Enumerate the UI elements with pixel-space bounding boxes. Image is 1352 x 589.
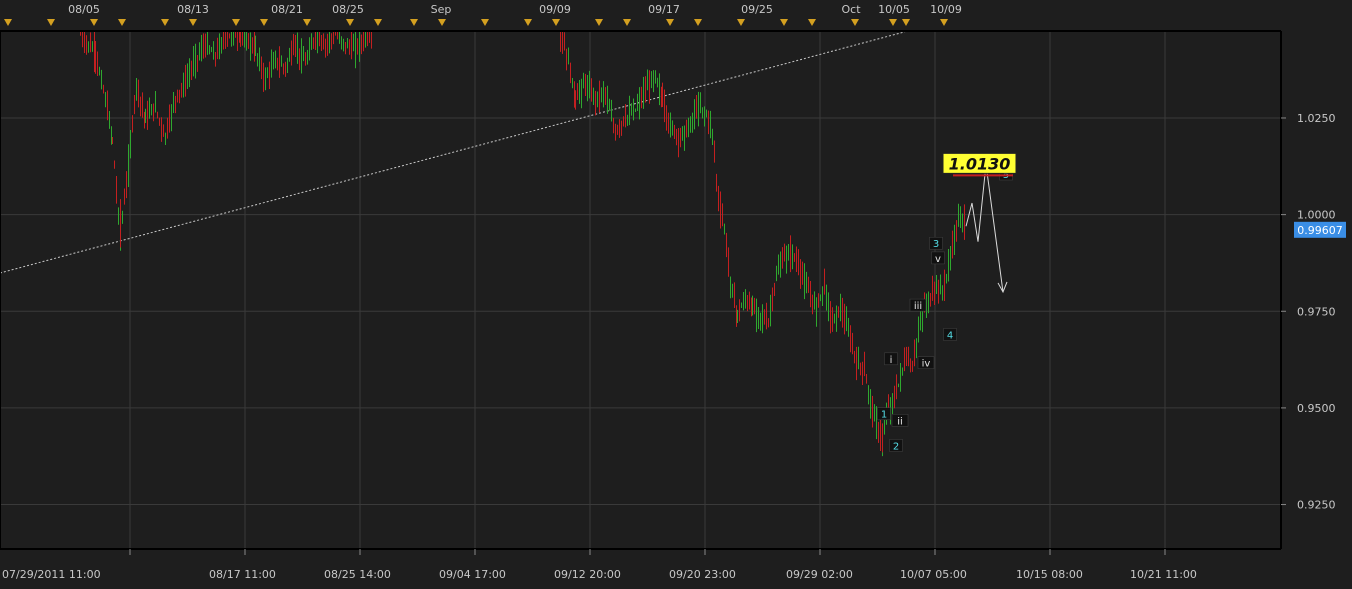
price-chart-svg[interactable]: 12345iiiiiiivv 08/0508/1308/2108/25Sep09…: [0, 0, 1352, 585]
top-date-label: 10/09: [930, 3, 962, 16]
wave-label: ii: [897, 416, 903, 427]
wave-label: 3: [933, 239, 939, 250]
wave-label: 4: [947, 330, 953, 341]
top-date-label: 09/25: [741, 3, 773, 16]
top-date-label: 10/05: [878, 3, 910, 16]
top-date-label: 08/05: [68, 3, 100, 16]
wave-label: 2: [893, 441, 899, 452]
time-tick-label: 10/21 11:00: [1130, 568, 1197, 581]
price-tick-label: 1.0000: [1297, 209, 1336, 222]
time-tick-label: 09/12 20:00: [554, 568, 621, 581]
time-tick-label: 09/04 17:00: [439, 568, 506, 581]
last-price-text: 0.99607: [1297, 224, 1343, 237]
price-tick-label: 0.9500: [1297, 402, 1336, 415]
wave-label: i: [890, 355, 893, 366]
forex-chart[interactable]: 12345iiiiiiivv 08/0508/1308/2108/25Sep09…: [0, 0, 1352, 585]
top-date-label: Sep: [431, 3, 452, 16]
time-tick-label: 09/29 02:00: [786, 568, 853, 581]
price-tick-label: 0.9250: [1297, 499, 1336, 512]
top-date-label: 08/21: [271, 3, 303, 16]
price-tick-label: 0.9750: [1297, 305, 1336, 318]
time-tick-label: 10/15 08:00: [1016, 568, 1083, 581]
time-tick-label: 10/07 05:00: [900, 568, 967, 581]
price-tick-label: 1.0250: [1297, 112, 1336, 125]
top-date-label: 08/25: [332, 3, 364, 16]
top-date-label: Oct: [841, 3, 861, 16]
time-tick-label: 09/20 23:00: [669, 568, 736, 581]
chart-background: [0, 0, 1352, 585]
wave-label: iii: [914, 301, 922, 312]
time-tick-label: 07/29/2011 11:00: [2, 568, 101, 581]
wave-label: v: [935, 254, 941, 265]
target-price-text: 1.0130: [949, 154, 1011, 173]
time-tick-label: 08/25 14:00: [324, 568, 391, 581]
grid-lines: [0, 0, 1352, 585]
time-tick-label: 08/17 11:00: [209, 568, 276, 581]
top-date-label: 09/09: [539, 3, 571, 16]
top-date-label: 08/13: [177, 3, 209, 16]
wave-label: 1: [881, 410, 887, 421]
wave-label: iv: [922, 359, 931, 370]
top-date-label: 09/17: [648, 3, 680, 16]
